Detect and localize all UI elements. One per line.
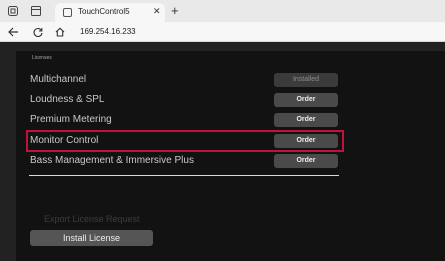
page-favicon-icon [63, 8, 72, 17]
license-name-premium-metering: Premium Metering [30, 114, 112, 125]
home-icon[interactable] [55, 27, 65, 37]
licenses-panel: Licenses Multichannel Installed Loudness… [16, 51, 445, 261]
export-license-request-button: Export License Request [44, 214, 140, 224]
order-button-monitor-control[interactable]: Order [274, 134, 338, 148]
browser-tab-bar: TouchControl5 ✕ + [0, 0, 445, 22]
tab-touchcontrol5[interactable]: TouchControl5 ✕ [55, 3, 165, 22]
divider [29, 175, 339, 176]
panel-title: Licenses [32, 55, 52, 61]
installed-button-multichannel: Installed [274, 73, 338, 87]
app-area: Licenses Multichannel Installed Loudness… [0, 42, 445, 261]
order-button-loudness-spl[interactable]: Order [274, 93, 338, 107]
license-name-loudness-spl: Loudness & SPL [30, 94, 105, 105]
license-name-multichannel: Multichannel [30, 74, 87, 85]
browser-address-bar: 169.254.16.233 [0, 22, 445, 42]
license-name-bass-management: Bass Management & Immersive Plus [30, 155, 194, 166]
tab-actions-icon[interactable] [30, 5, 42, 17]
url-field[interactable]: 169.254.16.233 [80, 27, 136, 36]
new-tab-button[interactable]: + [171, 3, 179, 18]
tab-title: TouchControl5 [78, 7, 130, 16]
back-arrow-icon[interactable] [8, 27, 19, 37]
install-license-button[interactable]: Install License [30, 230, 153, 246]
order-button-bass-management[interactable]: Order [274, 154, 338, 168]
license-name-monitor-control: Monitor Control [30, 135, 99, 146]
refresh-icon[interactable] [33, 27, 43, 37]
close-tab-icon[interactable]: ✕ [153, 6, 161, 17]
order-button-premium-metering[interactable]: Order [274, 113, 338, 127]
workspaces-icon[interactable] [7, 5, 19, 17]
